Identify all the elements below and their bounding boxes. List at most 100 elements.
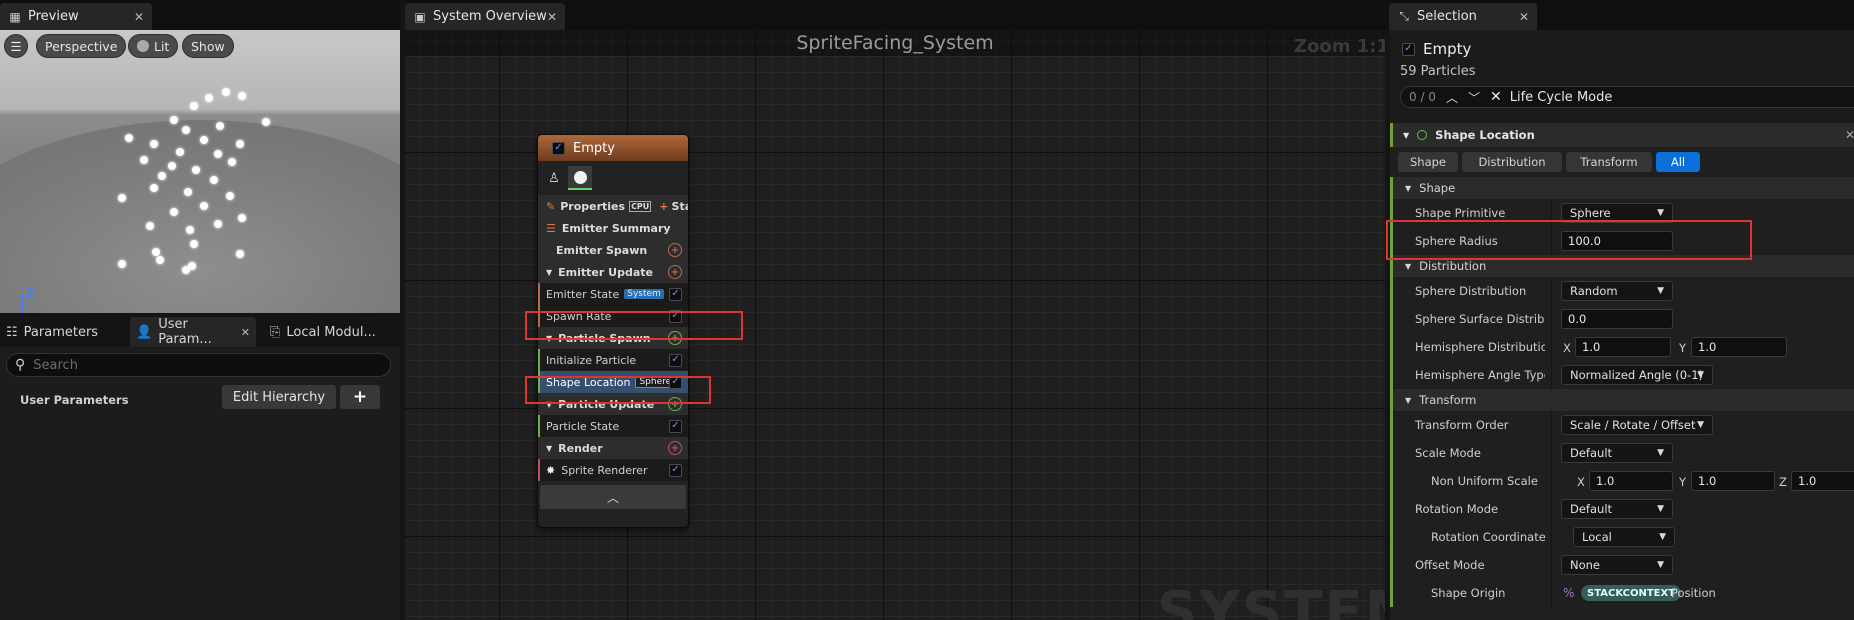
add-module-icon[interactable]: + bbox=[668, 243, 682, 257]
category-shape[interactable]: ▼ Shape bbox=[1390, 177, 1854, 199]
non-uniform-scale-label: Non Uniform Scale bbox=[1431, 474, 1538, 488]
tab-parameters[interactable]: ☷ Parameters bbox=[0, 317, 104, 347]
find-clear-icon[interactable]: ✕ bbox=[1490, 89, 1502, 105]
tab-preview[interactable]: ▦ Preview ✕ bbox=[0, 3, 152, 30]
preview-viewport[interactable]: ☰ Perspective Lit Show Z bbox=[0, 30, 400, 313]
emitter-spawn-label: Emitter Spawn bbox=[556, 243, 648, 257]
emitter-update-label: Emitter Update bbox=[558, 265, 653, 279]
filter-all[interactable]: All bbox=[1656, 152, 1700, 172]
add-renderer-icon[interactable]: + bbox=[668, 441, 682, 455]
close-icon[interactable]: ✕ bbox=[241, 326, 250, 339]
emitter-enabled-checkbox[interactable]: ✓ bbox=[552, 141, 565, 155]
overview-icon: ▣ bbox=[414, 9, 426, 24]
stage-label[interactable]: Stage bbox=[672, 200, 688, 213]
rotation-mode-dropdown[interactable]: Default ▼ bbox=[1561, 499, 1673, 519]
offset-mode-dropdown[interactable]: None ▼ bbox=[1561, 555, 1673, 575]
module-enabled-checkbox[interactable]: ✓ bbox=[669, 287, 682, 301]
particle bbox=[205, 94, 213, 102]
initialize-particle-row[interactable]: Initialize Particle ✓ bbox=[538, 349, 688, 371]
filter-shape[interactable]: Shape bbox=[1398, 152, 1458, 172]
find-prev-icon[interactable]: ︿ bbox=[1446, 89, 1458, 106]
sphere-distribution-row: Sphere Distribution Random ▼ bbox=[1390, 277, 1854, 305]
edit-hierarchy-button[interactable]: Edit Hierarchy bbox=[222, 385, 336, 409]
chevron-down-icon: ▼ bbox=[1657, 560, 1664, 570]
particle bbox=[146, 222, 154, 230]
close-icon[interactable]: ✕ bbox=[1519, 10, 1529, 24]
scale-x-input[interactable]: 1.0 bbox=[1589, 471, 1673, 491]
sprite-renderer-row[interactable]: ✸ Sprite Renderer ✓ bbox=[538, 459, 688, 481]
chevron-down-icon: ▼ bbox=[546, 443, 553, 453]
spawn-rate-highlight bbox=[525, 311, 743, 340]
category-transform[interactable]: ▼ Transform bbox=[1390, 389, 1854, 411]
hemisphere-angle-value: Normalized Angle (0-1) bbox=[1570, 368, 1704, 382]
module-enabled-checkbox[interactable]: ✓ bbox=[669, 353, 682, 367]
hemisphere-distribution-label: Hemisphere Distribution bbox=[1415, 340, 1545, 354]
emitter-state-row[interactable]: Emitter State System ✓ bbox=[538, 283, 688, 305]
emitter-node-header[interactable]: ✓ Empty bbox=[538, 135, 688, 161]
render-row[interactable]: ▼ Render + bbox=[538, 437, 688, 459]
particle-state-row[interactable]: Particle State ✓ bbox=[538, 415, 688, 437]
sprite-thumbnail-icon[interactable] bbox=[568, 166, 592, 190]
initialize-particle-label: Initialize Particle bbox=[546, 353, 637, 367]
collapse-button[interactable]: ︿ bbox=[540, 485, 686, 509]
emitter-enabled-checkbox[interactable]: ✓ bbox=[1402, 42, 1415, 56]
add-parameter-button[interactable]: + bbox=[340, 385, 380, 409]
tab-local-modules[interactable]: ⎘ Local Modul... bbox=[264, 317, 382, 347]
node-properties-row[interactable]: ✎ Properties CPU + Stage bbox=[538, 195, 688, 217]
module-header[interactable]: ▼ Shape Location bbox=[1390, 123, 1854, 147]
sphere-surface-input[interactable]: 0.0 bbox=[1561, 309, 1673, 329]
menu-icon: ☰ bbox=[10, 38, 22, 54]
perspective-label: Perspective bbox=[45, 38, 118, 54]
hemisphere-x-input[interactable]: 1.0 bbox=[1575, 337, 1671, 357]
category-distribution-label: Distribution bbox=[1419, 259, 1487, 273]
module-enabled-checkbox[interactable]: ✓ bbox=[669, 419, 682, 433]
transform-order-dropdown[interactable]: Scale / Rotate / Offset ▼ bbox=[1561, 415, 1713, 435]
chevron-down-icon: ▼ bbox=[1657, 448, 1664, 458]
search-input[interactable] bbox=[33, 357, 354, 373]
scale-mode-dropdown[interactable]: Default ▼ bbox=[1561, 443, 1673, 463]
filter-distribution[interactable]: Distribution bbox=[1462, 152, 1562, 172]
show-button[interactable]: Show bbox=[182, 34, 234, 58]
selection-emitter-name: Empty bbox=[1423, 40, 1472, 58]
link-icon[interactable]: % bbox=[1563, 586, 1574, 600]
close-icon[interactable]: ✕ bbox=[1845, 128, 1854, 142]
hamburger-menu-button[interactable]: ☰ bbox=[4, 34, 28, 58]
search-box[interactable]: ⚲ bbox=[6, 353, 391, 377]
particle bbox=[186, 226, 194, 234]
particle bbox=[118, 194, 126, 202]
close-icon[interactable]: ✕ bbox=[134, 10, 144, 24]
plus-icon[interactable]: + bbox=[659, 200, 668, 213]
lit-icon bbox=[137, 40, 149, 52]
particle-count: 59 Particles bbox=[1400, 64, 1476, 79]
lit-label: Lit bbox=[154, 38, 170, 54]
scale-z-input[interactable]: 1.0 bbox=[1791, 471, 1854, 491]
render-label: Render bbox=[558, 441, 603, 455]
emitter-properties-icon[interactable]: ♙ bbox=[544, 168, 564, 188]
emitter-summary-row[interactable]: ☰ Emitter Summary bbox=[538, 217, 688, 239]
chevron-down-icon: ▼ bbox=[1657, 208, 1664, 218]
scale-mode-label: Scale Mode bbox=[1415, 446, 1481, 460]
sphere-distribution-dropdown[interactable]: Random ▼ bbox=[1561, 281, 1673, 301]
hemisphere-angle-dropdown[interactable]: Normalized Angle (0-1) ▼ bbox=[1561, 365, 1713, 385]
lit-button[interactable]: Lit bbox=[128, 34, 179, 58]
emitter-update-row[interactable]: ▼ Emitter Update + bbox=[538, 261, 688, 283]
scale-y-input[interactable]: 1.0 bbox=[1691, 471, 1775, 491]
filter-transform[interactable]: Transform bbox=[1566, 152, 1652, 172]
rotation-coordinate-dropdown[interactable]: Local ▼ bbox=[1573, 527, 1675, 547]
close-icon[interactable]: ✕ bbox=[547, 10, 557, 24]
emitter-summary-label: Emitter Summary bbox=[561, 221, 671, 235]
particle bbox=[152, 248, 160, 256]
search-icon: ⚲ bbox=[15, 357, 26, 373]
tab-selection[interactable]: ⤡ Selection ✕ bbox=[1389, 3, 1537, 30]
find-next-icon[interactable]: ﹀ bbox=[1468, 89, 1480, 106]
perspective-button[interactable]: Perspective bbox=[36, 34, 127, 58]
sprite-renderer-label: Sprite Renderer bbox=[561, 463, 648, 477]
add-module-icon[interactable]: + bbox=[668, 265, 682, 279]
find-bar[interactable]: 0 / 0 ︿ ﹀ ✕ Life Cycle Mode bbox=[1400, 86, 1854, 108]
hemisphere-y-input[interactable]: 1.0 bbox=[1691, 337, 1787, 357]
tab-system-overview[interactable]: ▣ System Overview ✕ bbox=[405, 3, 565, 30]
emitter-spawn-row[interactable]: Emitter Spawn + bbox=[538, 239, 688, 261]
renderer-enabled-checkbox[interactable]: ✓ bbox=[669, 463, 682, 477]
tab-user-params[interactable]: 👤 User Param... ✕ bbox=[130, 317, 256, 347]
find-input[interactable]: Life Cycle Mode bbox=[1510, 90, 1613, 105]
